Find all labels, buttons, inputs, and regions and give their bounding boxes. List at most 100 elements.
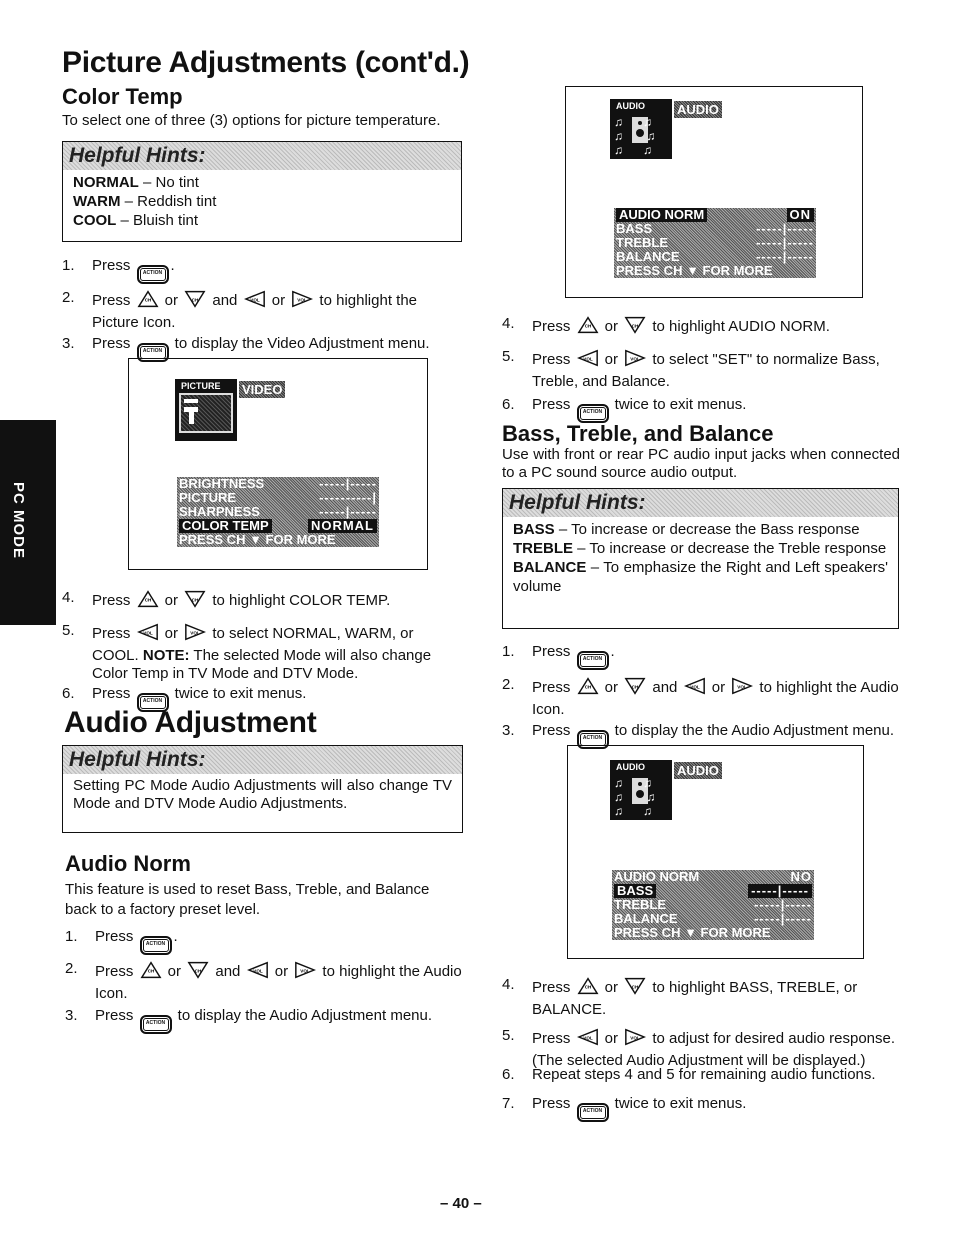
svg-text:VOL: VOL bbox=[250, 297, 260, 302]
icon-label: AUDIO bbox=[616, 762, 645, 772]
svg-text:VOL: VOL bbox=[301, 968, 311, 973]
ch-down-button-icon: CH bbox=[624, 315, 646, 340]
step-number: 2. bbox=[502, 676, 515, 693]
ch-up-button-icon: CH bbox=[577, 315, 599, 340]
step-text-part: to display the Video Adjustment menu. bbox=[170, 335, 430, 352]
hint-item: NORMAL – No tint bbox=[73, 174, 199, 191]
step-text-part: and bbox=[208, 292, 242, 309]
step-text-part: or bbox=[160, 625, 183, 642]
step-text: Press CH or CH and VOL or VOL to highlig… bbox=[532, 676, 900, 719]
vol-right-button-icon: VOL bbox=[294, 960, 317, 985]
step-item: 5. Press VOL or VOL to select NORMAL, WAR… bbox=[62, 622, 464, 683]
svg-text:CH: CH bbox=[584, 984, 591, 989]
step-text-part: and bbox=[211, 963, 245, 980]
ch-down-button-icon: CH bbox=[187, 960, 209, 985]
step-number: 4. bbox=[502, 976, 515, 993]
step-number: 6. bbox=[502, 396, 515, 413]
color-temp-heading: Color Temp bbox=[62, 84, 183, 109]
step-text-part: to display the Audio Adjustment menu. bbox=[173, 1007, 433, 1024]
side-tab-label: PC MODE bbox=[10, 482, 27, 560]
step-item: 3. Press ACTION to display the Audio Adju… bbox=[65, 1007, 465, 1034]
svg-text:VOL: VOL bbox=[143, 630, 153, 635]
step-text-part: Press bbox=[532, 351, 575, 368]
svg-text:CH: CH bbox=[632, 984, 639, 989]
side-tab: PC MODE bbox=[0, 420, 56, 625]
menu-tag: AUDIO bbox=[674, 101, 722, 118]
step-text-part: to highlight AUDIO NORM. bbox=[648, 318, 830, 335]
step-text: Press ACTION twice to exit menus. bbox=[532, 396, 900, 423]
svg-text:VOL: VOL bbox=[738, 684, 748, 689]
menu-row: PRESS CH ▼ FOR MORE bbox=[614, 925, 771, 940]
step-text: Press CH or CH to highlight AUDIO NORM. bbox=[532, 315, 900, 340]
svg-text:CH: CH bbox=[192, 297, 199, 302]
step-text-part: twice to exit menus. bbox=[610, 1095, 747, 1112]
menu-row: TREBLE -----|----- bbox=[614, 897, 812, 912]
step-text-part: twice to exit menus. bbox=[610, 396, 747, 413]
page-number: – 40 – bbox=[440, 1195, 482, 1212]
hints-title: Helpful Hints: bbox=[63, 746, 462, 774]
picture-icon: PICTURE bbox=[175, 379, 237, 441]
step-text-part: Press bbox=[532, 1030, 575, 1047]
action-button-icon: ACTION bbox=[576, 1103, 609, 1122]
step-text-part: Press bbox=[532, 679, 575, 696]
icon-label: AUDIO bbox=[616, 101, 645, 111]
menu-row: BASS -----|----- bbox=[612, 884, 814, 898]
hint-item: BASS – To increase or decrease the Bass … bbox=[513, 521, 860, 538]
step-item: 6. Repeat steps 4 and 5 for remaining aud… bbox=[502, 1066, 900, 1084]
step-item: 2. Press CH or CH and VOL or VOL to highl… bbox=[502, 676, 900, 719]
step-text-part: to highlight COLOR TEMP. bbox=[208, 592, 391, 609]
step-text: Press CH or CH and VOL or VOL to highlig… bbox=[92, 289, 464, 332]
step-text-part: or bbox=[267, 292, 290, 309]
step-text-part: Press bbox=[532, 979, 575, 996]
btb-hints: Helpful Hints: BASS – To increase or dec… bbox=[502, 488, 899, 629]
vol-left-button-icon: VOL bbox=[683, 676, 706, 701]
hints-title: Helpful Hints: bbox=[63, 142, 461, 170]
menu-row: TREBLE -----|----- bbox=[616, 235, 814, 250]
menu-row: PRESS CH ▼ FOR MORE bbox=[616, 263, 773, 278]
svg-text:CH: CH bbox=[147, 968, 154, 973]
vol-left-button-icon: VOL bbox=[243, 289, 266, 314]
hints-title: Helpful Hints: bbox=[503, 489, 898, 517]
step-text: Press CH or CH to highlight BASS, TREBLE… bbox=[532, 976, 900, 1019]
ch-up-button-icon: CH bbox=[137, 289, 159, 314]
vol-right-button-icon: VOL bbox=[731, 676, 754, 701]
step-number: 2. bbox=[65, 960, 78, 977]
step-text-part: Press bbox=[95, 963, 138, 980]
svg-text:CH: CH bbox=[195, 968, 202, 973]
step-text-part: Press bbox=[92, 592, 135, 609]
step-text-part: Press bbox=[92, 257, 135, 274]
step-item: 1. Press ACTION. bbox=[502, 643, 900, 670]
step-text: Press ACTION. bbox=[532, 643, 900, 670]
step-text: Press VOL or VOL to select "SET" to norm… bbox=[532, 348, 900, 391]
step-text-part: or bbox=[160, 292, 183, 309]
step-item: 4. Press CH or CH to highlight COLOR TEMP… bbox=[62, 589, 464, 614]
menu-tag: VIDEO bbox=[239, 381, 286, 398]
step-text: Press VOL or VOL to select NORMAL, WARM,… bbox=[92, 622, 464, 683]
audio-icon: AUDIO ♫ ♫ ♫ ♫ ♫ ♫ bbox=[610, 99, 672, 159]
svg-text:CH: CH bbox=[584, 323, 591, 328]
svg-text:CH: CH bbox=[144, 297, 151, 302]
svg-text:CH: CH bbox=[584, 684, 591, 689]
step-text-part: and bbox=[648, 679, 682, 696]
ch-down-button-icon: CH bbox=[184, 289, 206, 314]
hint-item: TREBLE – To increase or decrease the Tre… bbox=[513, 540, 887, 557]
step-item: 4. Press CH or CH to highlight BASS, TREB… bbox=[502, 976, 900, 1019]
step-item: 7. Press ACTION twice to exit menus. bbox=[502, 1095, 900, 1122]
step-text-part: or bbox=[600, 318, 623, 335]
step-text: Press VOL or VOL to adjust for desired a… bbox=[532, 1027, 900, 1070]
audio-hints: Helpful Hints: Setting PC Mode Audio Adj… bbox=[62, 745, 463, 833]
hints-body: BASS – To increase or decrease the Bass … bbox=[503, 517, 898, 599]
svg-text:CH: CH bbox=[632, 323, 639, 328]
step-number: 5. bbox=[502, 1027, 515, 1044]
step-text: Press CH or CH to highlight COLOR TEMP. bbox=[92, 589, 464, 614]
icon-label: PICTURE bbox=[181, 381, 221, 391]
step-number: 2. bbox=[62, 289, 75, 306]
step-item: 6. Press ACTION twice to exit menus. bbox=[502, 396, 900, 423]
step-text-part: Press bbox=[532, 722, 575, 739]
hint-item: COOL – Bluish tint bbox=[73, 212, 199, 229]
ch-down-button-icon: CH bbox=[624, 676, 646, 701]
step-item: 5. Press VOL or VOL to adjust for desired… bbox=[502, 1027, 900, 1070]
step-number: 4. bbox=[62, 589, 75, 606]
step-text: Press CH or CH and VOL or VOL to highlig… bbox=[95, 960, 465, 1003]
audio-menu-screen: AUDIO ♫ ♫ ♫ ♫ ♫ ♫ AUDIO AUDIO NORM ON BASS -----… bbox=[565, 86, 863, 298]
